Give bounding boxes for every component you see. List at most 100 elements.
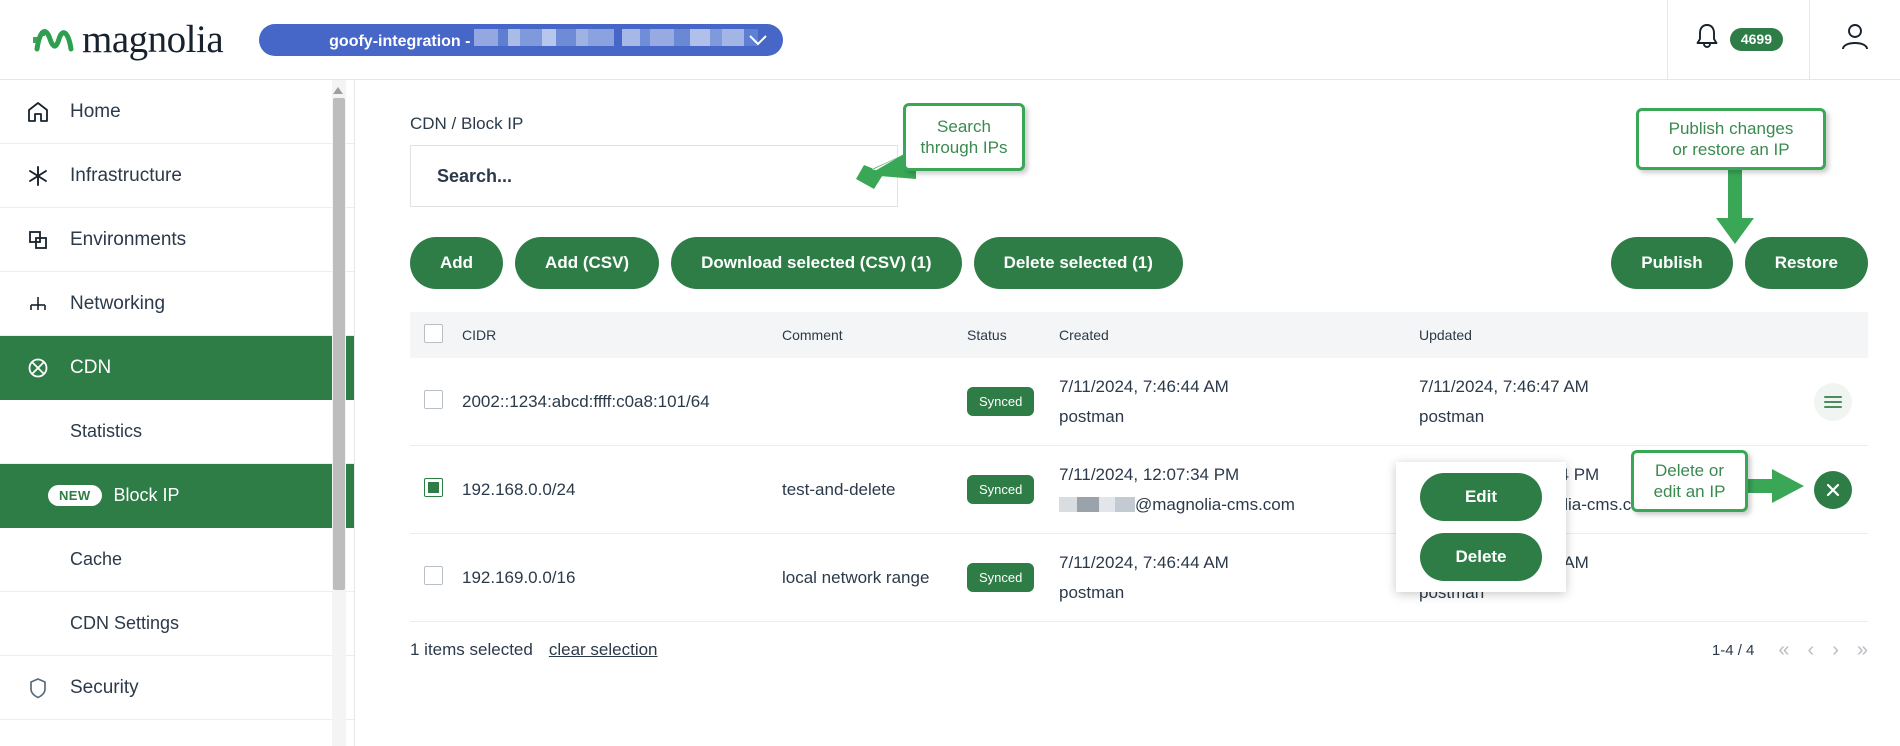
stacked-squares-icon — [26, 228, 70, 252]
sidebar-item-cdn-settings[interactable]: CDN Settings — [0, 592, 354, 656]
row-checkbox[interactable] — [424, 565, 443, 585]
created-date: 7/11/2024, 12:07:34 PM — [1059, 464, 1240, 484]
sidebar-item-label: Environments — [70, 228, 187, 250]
search-callout-text: Search through IPs — [920, 116, 1008, 157]
redacted-environment-name — [474, 28, 759, 46]
sidebar-item-label: Infrastructure — [70, 164, 182, 186]
search-callout: Search through IPs — [903, 103, 1025, 171]
brand-logo-text: magnolia — [82, 18, 224, 61]
created-date: 7/11/2024, 7:46:44 AM — [1059, 552, 1229, 572]
sidebar-item-networking[interactable]: Networking — [0, 272, 354, 336]
download-selected-csv-button[interactable]: Download selected (CSV) (1) — [671, 237, 962, 289]
new-badge: NEW — [48, 485, 102, 506]
edit-button[interactable]: Edit — [1420, 473, 1542, 521]
shield-icon — [26, 676, 70, 700]
previous-page-button[interactable]: ‹ — [1808, 640, 1815, 660]
row-action-callout-arrow — [1742, 465, 1808, 520]
cell-updated: 7/11/2024, 7:46:47 AM postman — [1419, 377, 1799, 427]
sidebar-navigation: Home Infrastructure Environments Network… — [0, 80, 355, 746]
selection-count: 1 items selected — [410, 640, 533, 659]
status-badge: Synced — [967, 387, 1035, 416]
sidebar-item-label: Home — [70, 100, 121, 122]
row-actions-cell — [1799, 470, 1868, 509]
row-checkbox-cell[interactable] — [410, 565, 462, 590]
row-action-callout-text: Delete or edit an IP — [1653, 460, 1726, 501]
cell-cidr: 192.168.0.0/24 — [462, 479, 576, 499]
cell-created: 7/11/2024, 12:07:34 PM @magnolia-cms.com — [1059, 465, 1419, 515]
search-input[interactable]: Search... — [410, 145, 898, 207]
delete-button[interactable]: Delete — [1420, 533, 1542, 581]
first-page-button[interactable]: « — [1778, 640, 1789, 660]
sidebar-item-label: Block IP — [113, 485, 180, 505]
table-row[interactable]: 192.169.0.0/16 local network range Synce… — [410, 534, 1868, 622]
row-checkbox[interactable] — [424, 477, 443, 497]
next-page-button[interactable]: › — [1832, 640, 1839, 660]
clear-selection-link[interactable]: clear selection — [549, 640, 658, 660]
column-header-cidr: CIDR — [462, 327, 497, 343]
notifications-button[interactable]: 4699 — [1666, 0, 1809, 80]
created-by: @magnolia-cms.com — [1059, 495, 1419, 515]
column-header-created: Created — [1059, 327, 1109, 343]
delete-selected-button[interactable]: Delete selected (1) — [973, 237, 1183, 289]
sidebar-item-statistics[interactable]: Statistics — [0, 400, 354, 464]
close-x-icon[interactable] — [1814, 470, 1852, 509]
sidebar-item-label: CDN — [70, 356, 112, 378]
profile-button[interactable] — [1809, 0, 1900, 80]
row-actions-cell — [1799, 382, 1868, 421]
row-action-callout: Delete or edit an IP — [1631, 450, 1748, 512]
main-content: CDN / Block IP Search... Add Add (CSV) D… — [356, 80, 1900, 746]
sidebar-item-label: CDN Settings — [70, 613, 180, 633]
select-all-checkbox-cell[interactable] — [410, 324, 462, 346]
sidebar-scrollbar-thumb[interactable] — [333, 98, 345, 590]
brand-logo[interactable]: magnolia — [32, 18, 224, 61]
cell-status: Synced — [967, 475, 1059, 504]
select-all-checkbox[interactable] — [424, 324, 443, 343]
sidebar-item-label: Networking — [70, 292, 166, 314]
sidebar-item-label: Statistics — [70, 421, 143, 441]
notification-count-badge: 4699 — [1729, 28, 1783, 51]
column-header-status: Status — [967, 327, 1007, 343]
sidebar-item-block-ip[interactable]: NEW Block IP — [0, 464, 354, 528]
sidebar-item-environments[interactable]: Environments — [0, 208, 354, 272]
sidebar-item-label: Security — [70, 676, 139, 698]
pagination: 1-4 / 4 « ‹ › » — [1712, 640, 1868, 660]
add-csv-button[interactable]: Add (CSV) — [515, 237, 660, 289]
page-range: 1-4 / 4 — [1711, 641, 1755, 659]
status-badge: Synced — [967, 563, 1035, 592]
cdn-circle-x-icon — [26, 356, 70, 380]
environment-selector[interactable]: goofy-integration - — [259, 23, 784, 56]
scroll-up-arrow-icon[interactable] — [332, 83, 344, 101]
row-context-menu: Edit Delete — [1396, 462, 1566, 592]
updated-date: 7/11/2024, 7:46:47 AM — [1419, 376, 1589, 396]
created-date: 7/11/2024, 7:46:44 AM — [1059, 376, 1229, 396]
chevron-down-icon[interactable] — [749, 33, 767, 51]
status-badge: Synced — [967, 475, 1035, 504]
bell-icon — [1694, 22, 1720, 57]
sidebar-item-home[interactable]: Home — [0, 80, 354, 144]
sidebar-item-security[interactable]: Security — [0, 656, 354, 720]
environment-label: goofy-integration - — [329, 28, 759, 51]
cell-created: 7/11/2024, 7:46:44 AM postman — [1059, 553, 1419, 603]
restore-button[interactable]: Restore — [1744, 237, 1868, 289]
magnolia-wave-logo-icon — [32, 23, 76, 57]
sidebar-item-cdn[interactable]: CDN — [0, 336, 354, 400]
top-bar: magnolia goofy-integration - 4699 — [0, 0, 1900, 80]
cell-cidr: 2002::1234:abcd:ffff:c0a8:101/64 — [462, 391, 710, 411]
created-by: postman — [1059, 406, 1125, 426]
row-checkbox-cell[interactable] — [410, 389, 462, 414]
sidebar-item-infrastructure[interactable]: Infrastructure — [0, 144, 354, 208]
cell-comment: test-and-delete — [782, 479, 896, 499]
row-checkbox[interactable] — [424, 389, 443, 409]
publish-callout: Publish changes or restore an IP — [1636, 108, 1826, 170]
network-node-icon — [26, 292, 70, 316]
add-button[interactable]: Add — [410, 237, 504, 289]
publish-callout-arrow — [1710, 168, 1760, 253]
hamburger-menu-icon[interactable] — [1814, 382, 1852, 421]
last-page-button[interactable]: » — [1857, 640, 1868, 660]
table-header-row: CIDR Comment Status Created Updated — [410, 312, 1868, 358]
row-checkbox-cell[interactable] — [410, 477, 462, 502]
cell-cidr: 192.169.0.0/16 — [462, 567, 576, 587]
sidebar-item-cache[interactable]: Cache — [0, 528, 354, 592]
sidebar-item-label: Cache — [70, 549, 123, 569]
table-row[interactable]: 2002::1234:abcd:ffff:c0a8:101/64 Synced … — [410, 358, 1868, 446]
